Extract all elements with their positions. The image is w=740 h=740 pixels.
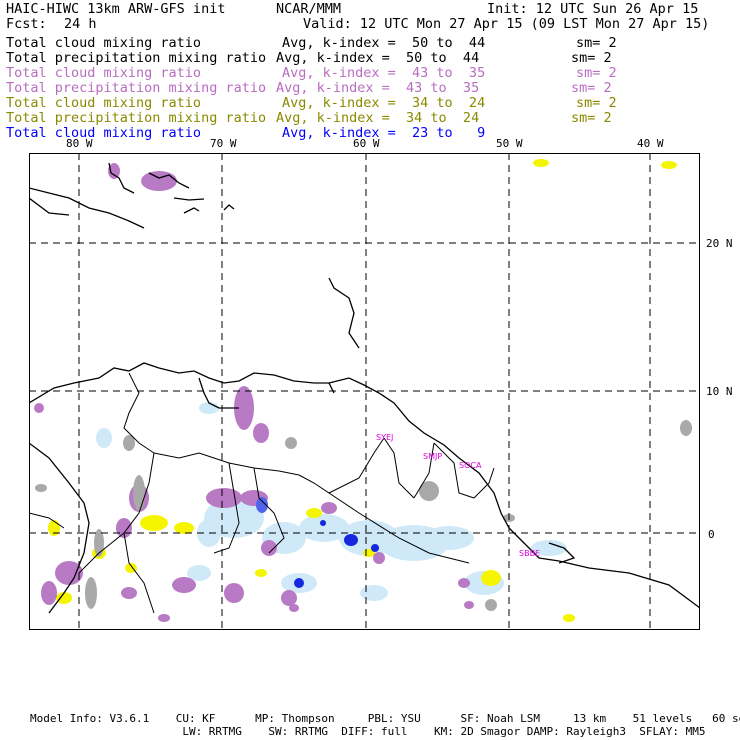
field-name: Total precipitation mixing ratio: [6, 110, 267, 126]
field-smoothing: sm= 2: [576, 35, 617, 51]
field-kindex: Avg, k-index = 43 to 35: [276, 80, 480, 96]
field-kindex: Avg, k-index = 23 to 9: [282, 125, 486, 141]
field-smoothing: sm= 2: [576, 65, 617, 81]
model-info-line2: LW: RRTMG SW: RRTMG DIFF: full KM: 2D Sm…: [30, 725, 706, 738]
field-kindex: Avg, k-index = 34 to 24: [282, 95, 486, 111]
field-kindex: Avg, k-index = 50 to 44: [282, 35, 486, 51]
lon-label: 70 W: [210, 137, 237, 150]
lon-label: 50 W: [496, 137, 523, 150]
field-name: Total precipitation mixing ratio: [6, 50, 267, 66]
lat-label: 10 N: [706, 385, 733, 398]
field-row: Total cloud mixing ratio Avg, k-index = …: [6, 66, 617, 81]
station-label: SBBE: [519, 549, 540, 558]
field-row: Total precipitation mixing ratio Avg, k-…: [6, 51, 612, 66]
forecast-label: Fcst:: [6, 16, 47, 32]
field-name: Total cloud mixing ratio: [6, 125, 202, 141]
field-name: Total precipitation mixing ratio: [6, 80, 267, 96]
init-time: Init: 12 UTC Sun 26 Apr 15: [487, 1, 699, 17]
field-row: Total precipitation mixing ratio Avg, k-…: [6, 111, 612, 126]
lon-label: 40 W: [637, 137, 664, 150]
field-kindex: Avg, k-index = 50 to 44: [276, 50, 480, 66]
field-row: Total cloud mixing ratio Avg, k-index = …: [6, 36, 617, 51]
forecast-hour: 24 h: [64, 16, 97, 32]
station-label: SYEJ: [376, 433, 393, 442]
field-name: Total cloud mixing ratio: [6, 65, 202, 81]
field-smoothing: sm= 2: [571, 110, 612, 126]
model-info-line1: Model Info: V3.6.1 CU: KF MP: Thompson P…: [30, 712, 740, 725]
field-name: Total cloud mixing ratio: [6, 95, 202, 111]
lat-label: 0: [708, 528, 715, 541]
field-row: Total cloud mixing ratio Avg, k-index = …: [6, 96, 617, 111]
station-label: SOCA: [459, 461, 482, 470]
field-row: Total cloud mixing ratio Avg, k-index = …: [6, 126, 485, 141]
organization: NCAR/MMM: [276, 1, 342, 17]
field-smoothing: sm= 2: [576, 95, 617, 111]
valid-time: Valid: 12 UTC Mon 27 Apr 15 (09 LST Mon …: [303, 16, 710, 32]
model-title: HAIC-HIWC 13km ARW-GFS init: [6, 1, 226, 17]
field-smoothing: sm= 2: [571, 50, 612, 66]
field-kindex: Avg, k-index = 34 to 24: [276, 110, 480, 126]
field-row: Total precipitation mixing ratio Avg, k-…: [6, 81, 612, 96]
map-panel: SYEJ SMJP SOCA SBBE: [29, 153, 700, 630]
field-kindex: Avg, k-index = 43 to 35: [282, 65, 486, 81]
station-label: SMJP: [423, 452, 442, 461]
field-name: Total cloud mixing ratio: [6, 35, 202, 51]
field-smoothing: sm= 2: [571, 80, 612, 96]
lat-label: 20 N: [706, 237, 733, 250]
